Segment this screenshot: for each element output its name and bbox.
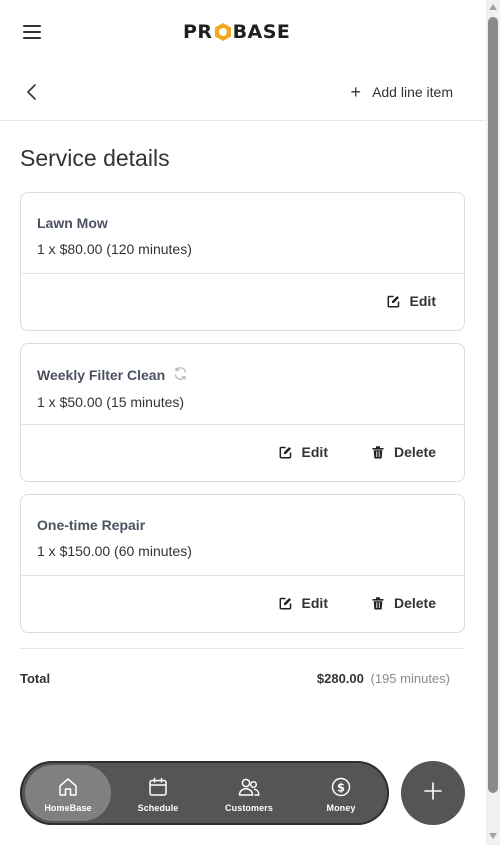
line-item-card: One-time Repair 1 x $150.00 (60 minutes)… [20, 494, 465, 633]
plus-icon [423, 781, 443, 806]
line-item-detail: 1 x $80.00 (120 minutes) [37, 241, 192, 257]
edit-button[interactable]: Edit [279, 444, 328, 460]
line-item-detail: 1 x $50.00 (15 minutes) [37, 394, 185, 410]
scroll-up-arrow-icon[interactable] [489, 4, 497, 10]
line-item-card: Weekly Filter Clean 1 x $50.00 (15 minut… [20, 343, 465, 482]
line-item-actions: Edit Delete [21, 576, 464, 632]
edit-button[interactable]: Edit [387, 293, 436, 309]
scrollbar-thumb[interactable] [488, 17, 498, 793]
nav-item-money[interactable]: $ Money [298, 765, 384, 821]
total-value: $280.00 (195 minutes) [317, 671, 450, 686]
recurring-icon [173, 366, 188, 384]
line-item-name: One-time Repair [37, 517, 448, 533]
line-item-name-text: Lawn Mow [37, 215, 108, 231]
app-screen: PR BASE + Add line item Service details [0, 0, 486, 845]
nav-item-schedule[interactable]: Schedule [115, 765, 201, 821]
logo-text-left: PR [183, 21, 213, 43]
total-amount: $280.00 [316, 671, 364, 686]
plus-icon: + [350, 82, 362, 102]
edit-label: Edit [301, 595, 328, 611]
edit-icon [279, 446, 292, 459]
line-item-actions: Edit Delete [21, 425, 464, 481]
delete-label: Delete [393, 595, 436, 611]
total-divider [20, 648, 465, 649]
line-item-name-text: One-time Repair [37, 517, 146, 533]
delete-button[interactable]: Delete [372, 444, 436, 460]
logo-hexagon-icon [214, 22, 232, 42]
line-item-name-text: Weekly Filter Clean [37, 367, 166, 383]
edit-button[interactable]: Edit [279, 595, 328, 611]
line-item-name: Lawn Mow [37, 215, 448, 231]
dollar-icon: $ [330, 776, 352, 798]
logo-text-right: BASE [232, 21, 291, 43]
menu-icon[interactable] [23, 25, 41, 39]
delete-label: Delete [393, 444, 436, 460]
home-icon [57, 776, 79, 798]
edit-label: Edit [301, 444, 328, 460]
line-item-info: Lawn Mow 1 x $80.00 (120 minutes) [21, 193, 464, 274]
svg-text:$: $ [337, 780, 345, 794]
nav-label: Customers [225, 803, 273, 813]
total-minutes: (195 minutes) [370, 671, 450, 686]
nav-label: HomeBase [44, 803, 92, 813]
nav-item-homebase[interactable]: HomeBase [25, 765, 111, 821]
delete-button[interactable]: Delete [372, 595, 436, 611]
nav-label: Money [326, 803, 356, 813]
trash-icon [372, 445, 384, 459]
users-icon [237, 776, 261, 798]
bottom-navigation: HomeBase Schedule Customers $ Money [20, 761, 389, 825]
page-title: Service details [20, 145, 170, 171]
trash-icon [372, 596, 384, 610]
nav-label: Schedule [137, 803, 179, 813]
scroll-down-arrow-icon[interactable] [489, 833, 497, 839]
add-line-item-button[interactable]: + Add line item [351, 82, 453, 102]
top-bar: PR BASE [0, 0, 486, 62]
edit-icon [387, 295, 400, 308]
probase-logo: PR BASE [183, 20, 290, 44]
line-item-info: One-time Repair 1 x $150.00 (60 minutes) [21, 495, 464, 576]
edit-label: Edit [409, 293, 436, 309]
total-label: Total [20, 671, 51, 686]
back-chevron-icon[interactable] [22, 82, 42, 102]
line-item-info: Weekly Filter Clean 1 x $50.00 (15 minut… [21, 344, 464, 425]
line-item-actions: Edit [21, 274, 464, 330]
nav-item-customers[interactable]: Customers [206, 765, 292, 821]
line-item-name: Weekly Filter Clean [37, 366, 448, 384]
line-item-card: Lawn Mow 1 x $80.00 (120 minutes) Edit [20, 192, 465, 331]
add-fab-button[interactable] [401, 761, 465, 825]
edit-icon [279, 597, 292, 610]
add-line-item-label: Add line item [372, 84, 453, 100]
page-header: + Add line item [0, 62, 486, 121]
page-scrollbar[interactable] [486, 0, 500, 845]
line-item-detail: 1 x $150.00 (60 minutes) [37, 543, 192, 559]
calendar-icon [147, 776, 169, 798]
